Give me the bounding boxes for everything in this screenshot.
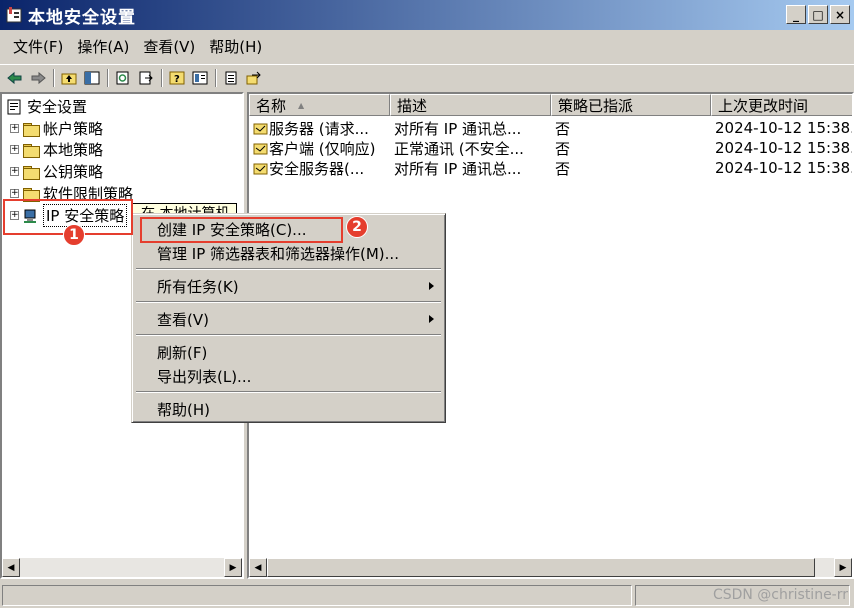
folder-icon [22, 165, 40, 180]
title-bar[interactable]: 本地安全设置 _ □ × [0, 0, 854, 30]
tree-item-account-policy[interactable]: + 帐户策略 [10, 118, 103, 139]
column-header-description[interactable]: 描述 [390, 94, 551, 116]
policy-icon[interactable] [220, 67, 242, 89]
expand-icon[interactable]: + [10, 124, 19, 133]
tree-horizontal-scrollbar[interactable]: ◀ ▶ [2, 558, 242, 577]
menu-item-view[interactable]: 查看(V) [135, 308, 442, 330]
tree-label: 本地策略 [43, 141, 104, 159]
menu-bar: 文件(F) 操作(A) 查看(V) 帮助(H) [0, 33, 269, 59]
context-menu: 创建 IP 安全策略(C)... 管理 IP 筛选器表和筛选器操作(M)... … [131, 213, 446, 423]
column-header-name[interactable]: 名称 ▲ [249, 94, 390, 116]
security-settings-icon [7, 99, 21, 114]
forward-icon[interactable] [27, 67, 49, 89]
tree-item-local-policy[interactable]: + 本地策略 [10, 139, 103, 160]
tree-label: 公钥策略 [43, 163, 104, 181]
maximize-button[interactable]: □ [808, 5, 828, 24]
policy-item-icon [253, 143, 268, 155]
expand-icon[interactable]: + [10, 145, 19, 154]
menu-item-refresh[interactable]: 刷新(F) [135, 341, 442, 363]
menu-action[interactable]: 操作(A) [70, 34, 136, 59]
show-tree-icon[interactable] [81, 67, 103, 89]
export-icon[interactable] [135, 67, 157, 89]
menu-separator [136, 268, 441, 270]
menu-item-manage-filters[interactable]: 管理 IP 筛选器表和筛选器操作(M)... [135, 242, 442, 264]
menu-help[interactable]: 帮助(H) [202, 34, 269, 59]
toolbar-separator [215, 68, 217, 87]
annotation-badge-2: 2 [346, 216, 368, 238]
properties-icon[interactable] [189, 67, 211, 89]
annotation-badge-1: 1 [63, 224, 85, 246]
scroll-thumb[interactable] [267, 558, 815, 577]
sort-icon: ▲ [298, 100, 305, 110]
menu-item-all-tasks[interactable]: 所有任务(K) [135, 275, 442, 297]
policy-item-icon [253, 163, 268, 175]
scroll-right-icon[interactable]: ▶ [224, 558, 242, 577]
menu-separator [136, 334, 441, 336]
menu-item-export-list[interactable]: 导出列表(L)... [135, 365, 442, 387]
menu-file[interactable]: 文件(F) [6, 34, 70, 59]
expand-icon[interactable]: + [10, 167, 19, 176]
watermark: CSDN @christine-rr [712, 587, 848, 603]
close-button[interactable]: × [830, 5, 850, 24]
tree-item-public-key-policy[interactable]: + 公钥策略 [10, 161, 103, 182]
refresh-icon[interactable] [112, 67, 134, 89]
tree-label: 帐户策略 [43, 120, 104, 138]
toolbar-separator [161, 68, 163, 87]
help-icon[interactable]: ? [166, 67, 188, 89]
scroll-left-icon[interactable]: ◀ [249, 558, 267, 577]
expand-icon[interactable]: + [10, 189, 19, 198]
folder-icon [22, 122, 40, 137]
status-cell [2, 585, 632, 606]
menu-view[interactable]: 查看(V) [136, 34, 202, 59]
svg-text:?: ? [174, 74, 180, 85]
ipsec-icon[interactable] [243, 67, 265, 89]
table-row[interactable]: 安全服务器(... 对所有 IP 通讯总... 否 2024-10-12 15:… [249, 158, 852, 178]
list-horizontal-scrollbar[interactable]: ◀ ▶ [249, 558, 852, 577]
window-title: 本地安全设置 [28, 7, 136, 28]
tree-root[interactable]: 安全设置 [6, 96, 87, 117]
back-icon[interactable] [4, 67, 26, 89]
table-row[interactable]: 服务器 (请求... 对所有 IP 通讯总... 否 2024-10-12 15… [249, 118, 852, 138]
policy-item-icon [253, 123, 268, 135]
menu-item-help[interactable]: 帮助(H) [135, 398, 442, 420]
menu-separator [136, 301, 441, 303]
scroll-left-icon[interactable]: ◀ [2, 558, 20, 577]
column-header-modified[interactable]: 上次更改时间 [711, 94, 852, 116]
toolbar: ? [0, 64, 854, 90]
scroll-right-icon[interactable]: ▶ [834, 558, 852, 577]
folder-icon [22, 143, 40, 158]
app-icon [4, 5, 24, 25]
up-folder-icon[interactable] [58, 67, 80, 89]
toolbar-separator [107, 68, 109, 87]
table-row[interactable]: 客户端 (仅响应) 正常通讯 (不安全... 否 2024-10-12 15:3… [249, 138, 852, 158]
minimize-button[interactable]: _ [786, 5, 806, 24]
submenu-arrow-icon [429, 282, 434, 290]
column-headers: 名称 ▲ 描述 策略已指派 上次更改时间 [249, 94, 852, 116]
column-header-assigned[interactable]: 策略已指派 [551, 94, 711, 116]
menu-separator [136, 391, 441, 393]
tree-label: 安全设置 [27, 98, 88, 116]
submenu-arrow-icon [429, 315, 434, 323]
toolbar-separator [53, 68, 55, 87]
highlight-box-menu-item [140, 217, 343, 243]
